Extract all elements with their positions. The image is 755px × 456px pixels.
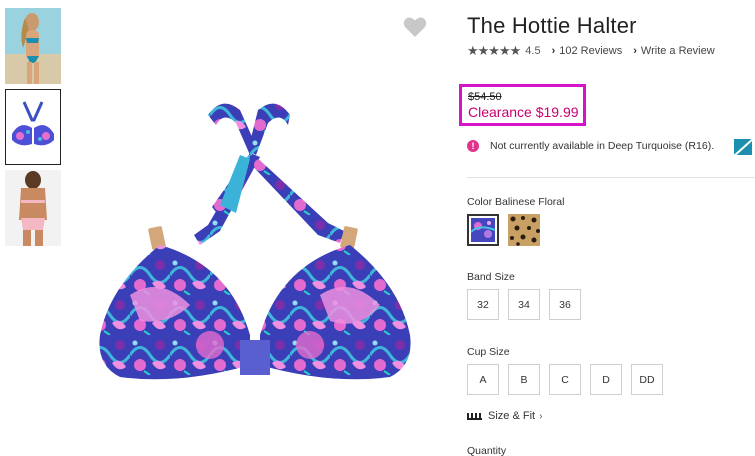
band-size-34[interactable]: 34	[508, 289, 540, 320]
cup-size-d[interactable]: D	[590, 364, 622, 395]
model-photo	[5, 8, 61, 84]
cup-size-label: Cup Size	[467, 346, 510, 358]
product-title: The Hottie Halter	[467, 13, 637, 38]
color-swatches	[467, 214, 549, 246]
bikini-top-illustration	[99, 103, 411, 380]
thumbnail-model-back[interactable]	[5, 170, 61, 246]
thumbnail-bikini-top[interactable]	[5, 89, 61, 165]
rating-row: ★★★★★ 4.5 › 102 Reviews › Write a Review	[467, 43, 715, 58]
bikini-top-photo	[6, 90, 60, 164]
main-product-image	[90, 95, 420, 395]
star-rating-icon: ★★★★★	[467, 43, 521, 58]
divider	[467, 177, 755, 178]
chevron-right-icon: ›	[551, 45, 556, 57]
reviews-link[interactable]: 102 Reviews	[559, 45, 622, 57]
availability-notice: ! Not currently available in Deep Turquo…	[467, 139, 755, 157]
cup-size-b[interactable]: B	[508, 364, 540, 395]
leopard-swatch-icon	[508, 214, 540, 246]
model-back-photo	[5, 170, 61, 246]
size-fit-link[interactable]: Size & Fit ›	[467, 409, 542, 423]
original-price: $54.50	[468, 91, 502, 103]
cup-size-c[interactable]: C	[549, 364, 581, 395]
clearance-price: Clearance $19.99	[468, 104, 579, 120]
ruler-icon	[467, 412, 482, 420]
color-label: Color Balinese Floral	[467, 196, 565, 208]
price-box: $54.50 Clearance $19.99	[459, 84, 586, 126]
cup-size-a[interactable]: A	[467, 364, 499, 395]
cup-size-options: A B C D DD	[467, 364, 672, 395]
band-size-options: 32 34 36	[467, 289, 590, 320]
availability-message: Not currently available in Deep Turquois…	[490, 140, 715, 152]
alert-icon: !	[467, 140, 479, 152]
rating-value: 4.5	[525, 45, 541, 57]
quantity-label: Quantity	[467, 445, 507, 456]
write-review-link[interactable]: Write a Review	[641, 45, 715, 57]
thumbnail-model-front[interactable]	[5, 8, 61, 84]
swatch-leopard[interactable]	[508, 214, 540, 246]
band-size-36[interactable]: 36	[549, 289, 581, 320]
thumbnail-gallery	[5, 8, 61, 251]
band-size-32[interactable]: 32	[467, 289, 499, 320]
band-size-label: Band Size	[467, 271, 515, 283]
swatch-balinese-floral[interactable]	[467, 214, 499, 246]
chevron-right-icon: ›	[633, 45, 637, 57]
size-fit-label: Size & Fit	[488, 410, 536, 422]
cup-size-dd[interactable]: DD	[631, 364, 663, 395]
chevron-right-icon: ›	[539, 410, 543, 422]
unavailable-swatch-icon	[734, 139, 752, 155]
floral-swatch-icon	[471, 218, 495, 242]
heart-icon[interactable]	[403, 16, 427, 38]
